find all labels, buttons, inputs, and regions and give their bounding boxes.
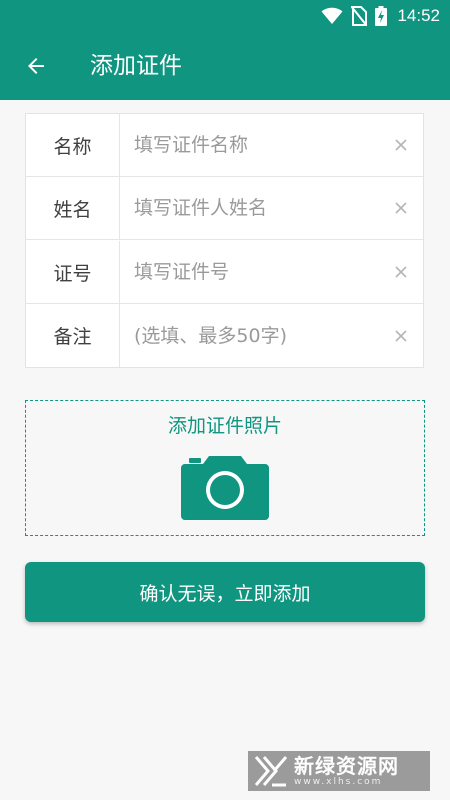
form-row-holder: 姓名 [26, 177, 423, 240]
status-bar: 14:52 [0, 0, 450, 32]
field-label: 备注 [26, 304, 120, 367]
status-time: 14:52 [397, 6, 440, 25]
confirm-add-button[interactable]: 确认无误，立即添加 [25, 562, 425, 622]
watermark-url: www.xlhs.com [294, 776, 383, 787]
app-bar: 添加证件 [0, 32, 450, 100]
clear-button[interactable] [389, 133, 413, 157]
clear-button[interactable] [389, 196, 413, 220]
clear-icon [395, 329, 407, 342]
field-label: 证号 [26, 241, 120, 303]
watermark: 新绿资源网 www.xlhs.com [248, 751, 430, 791]
arrow-left-icon [28, 58, 44, 74]
form-row-name: 名称 [26, 114, 423, 177]
wifi-icon [321, 7, 343, 24]
xlhs-logo-icon [254, 756, 288, 787]
remark-input[interactable] [120, 304, 380, 367]
form-row-remark: 备注 [26, 304, 423, 367]
add-photo-label: 添加证件照片 [167, 415, 282, 437]
back-button[interactable] [16, 46, 56, 86]
no-sim-icon [351, 6, 368, 26]
watermark-text: 新绿资源网 www.xlhs.com [294, 755, 399, 788]
certificate-form: 名称 姓名 证号 备注 [25, 113, 424, 368]
page-title: 添加证件 [90, 53, 182, 79]
name-input[interactable] [120, 114, 380, 176]
clear-icon [395, 266, 407, 278]
holder-name-input[interactable] [120, 177, 380, 239]
form-row-number: 证号 [26, 241, 423, 304]
clear-icon [395, 139, 407, 151]
camera-icon [181, 456, 269, 520]
field-label: 名称 [26, 114, 120, 176]
clear-button[interactable] [389, 324, 413, 348]
watermark-name: 新绿资源网 [294, 753, 399, 778]
add-photo-area[interactable]: 添加证件照片 [25, 400, 425, 536]
field-label: 姓名 [26, 177, 120, 239]
certificate-number-input[interactable] [120, 241, 380, 303]
clear-button[interactable] [389, 260, 413, 284]
status-icons: 14:52 [321, 5, 440, 27]
clear-icon [395, 202, 407, 214]
battery-charging-icon [375, 6, 388, 26]
